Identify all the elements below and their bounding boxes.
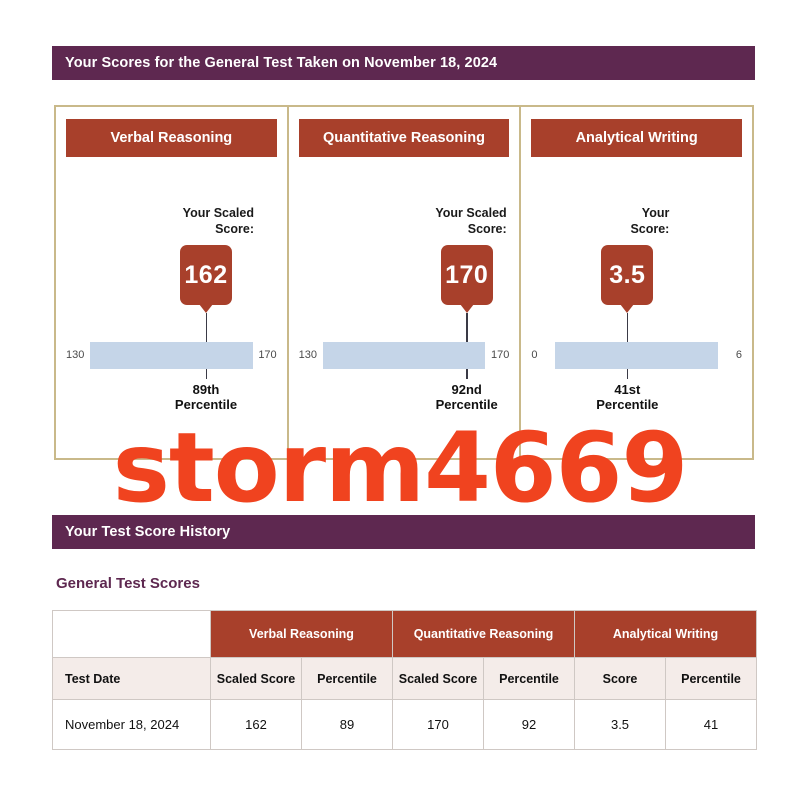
score-badge: 3.5 — [601, 245, 654, 305]
score-cards-container: Verbal Reasoning Your Scaled Score: 162 … — [54, 105, 754, 460]
group-header-analytical: Analytical Writing — [574, 610, 758, 658]
table-row: November 18, 2024 162 89 170 92 3.5 41 — [52, 699, 758, 750]
score-scale: 130 170 — [298, 340, 510, 370]
scale-min-label: 130 — [66, 349, 85, 361]
history-banner-title: Your Test Score History — [65, 524, 231, 540]
score-card-verbal-reasoning: Verbal Reasoning Your Scaled Score: 162 … — [56, 107, 287, 458]
scores-banner-title: Your Scores for the General Test Taken o… — [65, 55, 498, 71]
percentile-label: 89th Percentile — [174, 382, 238, 412]
score-badge: 162 — [180, 245, 232, 305]
cell-test-date: November 18, 2024 — [52, 699, 211, 750]
cell-writing-score: 3.5 — [574, 699, 667, 750]
score-card-title: Verbal Reasoning — [66, 119, 277, 157]
score-card-analytical-writing: Analytical Writing Your Score: 3.5 0 6 4… — [519, 107, 752, 458]
score-card-body: Your Scaled Score: 162 130 170 89th Perc… — [66, 157, 277, 447]
table-group-header-row: Verbal Reasoning Quantitative Reasoning … — [52, 610, 758, 658]
table-sub-header-row: Test Date Scaled Score Percentile Scaled… — [52, 657, 758, 700]
sub-header-quant-percentile: Percentile — [482, 657, 576, 700]
scale-max-label: 6 — [735, 349, 743, 361]
scale-max-label: 170 — [258, 349, 277, 361]
score-badge: 170 — [440, 245, 493, 305]
cell-quant-scaled-score: 170 — [392, 699, 484, 750]
sub-header-quant-scaled-score: Scaled Score — [392, 657, 484, 700]
cell-quant-percentile: 92 — [482, 699, 576, 750]
group-header-quantitative: Quantitative Reasoning — [391, 610, 576, 658]
scale-bar — [90, 341, 253, 369]
percentile-label: 92nd Percentile — [435, 382, 498, 412]
score-card-quantitative-reasoning: Quantitative Reasoning Your Scaled Score… — [286, 107, 520, 458]
scale-bar — [322, 341, 486, 369]
score-card-title: Analytical Writing — [531, 119, 743, 157]
sub-header-writing-score: Score — [574, 657, 667, 700]
scale-min-label: 130 — [298, 349, 318, 361]
cell-verbal-scaled-score: 162 — [210, 699, 302, 750]
sub-header-verbal-scaled-score: Scaled Score — [210, 657, 302, 700]
scale-min-label: 0 — [531, 349, 538, 361]
group-header-verbal: Verbal Reasoning — [210, 610, 393, 658]
score-caption: Your Scaled Score: — [182, 206, 254, 236]
scale-max-label: 170 — [490, 349, 510, 361]
general-test-scores-label: General Test Scores — [56, 575, 200, 592]
score-card-body: Your Scaled Score: 170 130 170 92nd Perc… — [299, 157, 510, 447]
score-card-title: Quantitative Reasoning — [298, 119, 510, 157]
scale-bar — [555, 341, 719, 369]
sub-header-verbal-percentile: Percentile — [301, 657, 393, 700]
cell-verbal-percentile: 89 — [301, 699, 393, 750]
test-score-history-table: Verbal Reasoning Quantitative Reasoning … — [52, 610, 758, 750]
score-caption: Your Score: — [630, 206, 670, 236]
scores-section-banner: Your Scores for the General Test Taken o… — [52, 46, 755, 80]
score-report-page: Your Scores for the General Test Taken o… — [0, 0, 800, 800]
history-section-banner: Your Test Score History — [52, 515, 755, 549]
table-corner-cell — [52, 610, 211, 658]
score-card-body: Your Score: 3.5 0 6 41st Percentile — [531, 157, 742, 447]
score-scale: 0 6 — [531, 340, 742, 370]
score-caption: Your Scaled Score: — [435, 206, 507, 236]
percentile-label: 41st Percentile — [596, 382, 659, 412]
score-scale: 130 170 — [66, 340, 277, 370]
sub-header-test-date: Test Date — [52, 657, 211, 700]
cell-writing-percentile: 41 — [665, 699, 758, 750]
sub-header-writing-percentile: Percentile — [665, 657, 758, 700]
